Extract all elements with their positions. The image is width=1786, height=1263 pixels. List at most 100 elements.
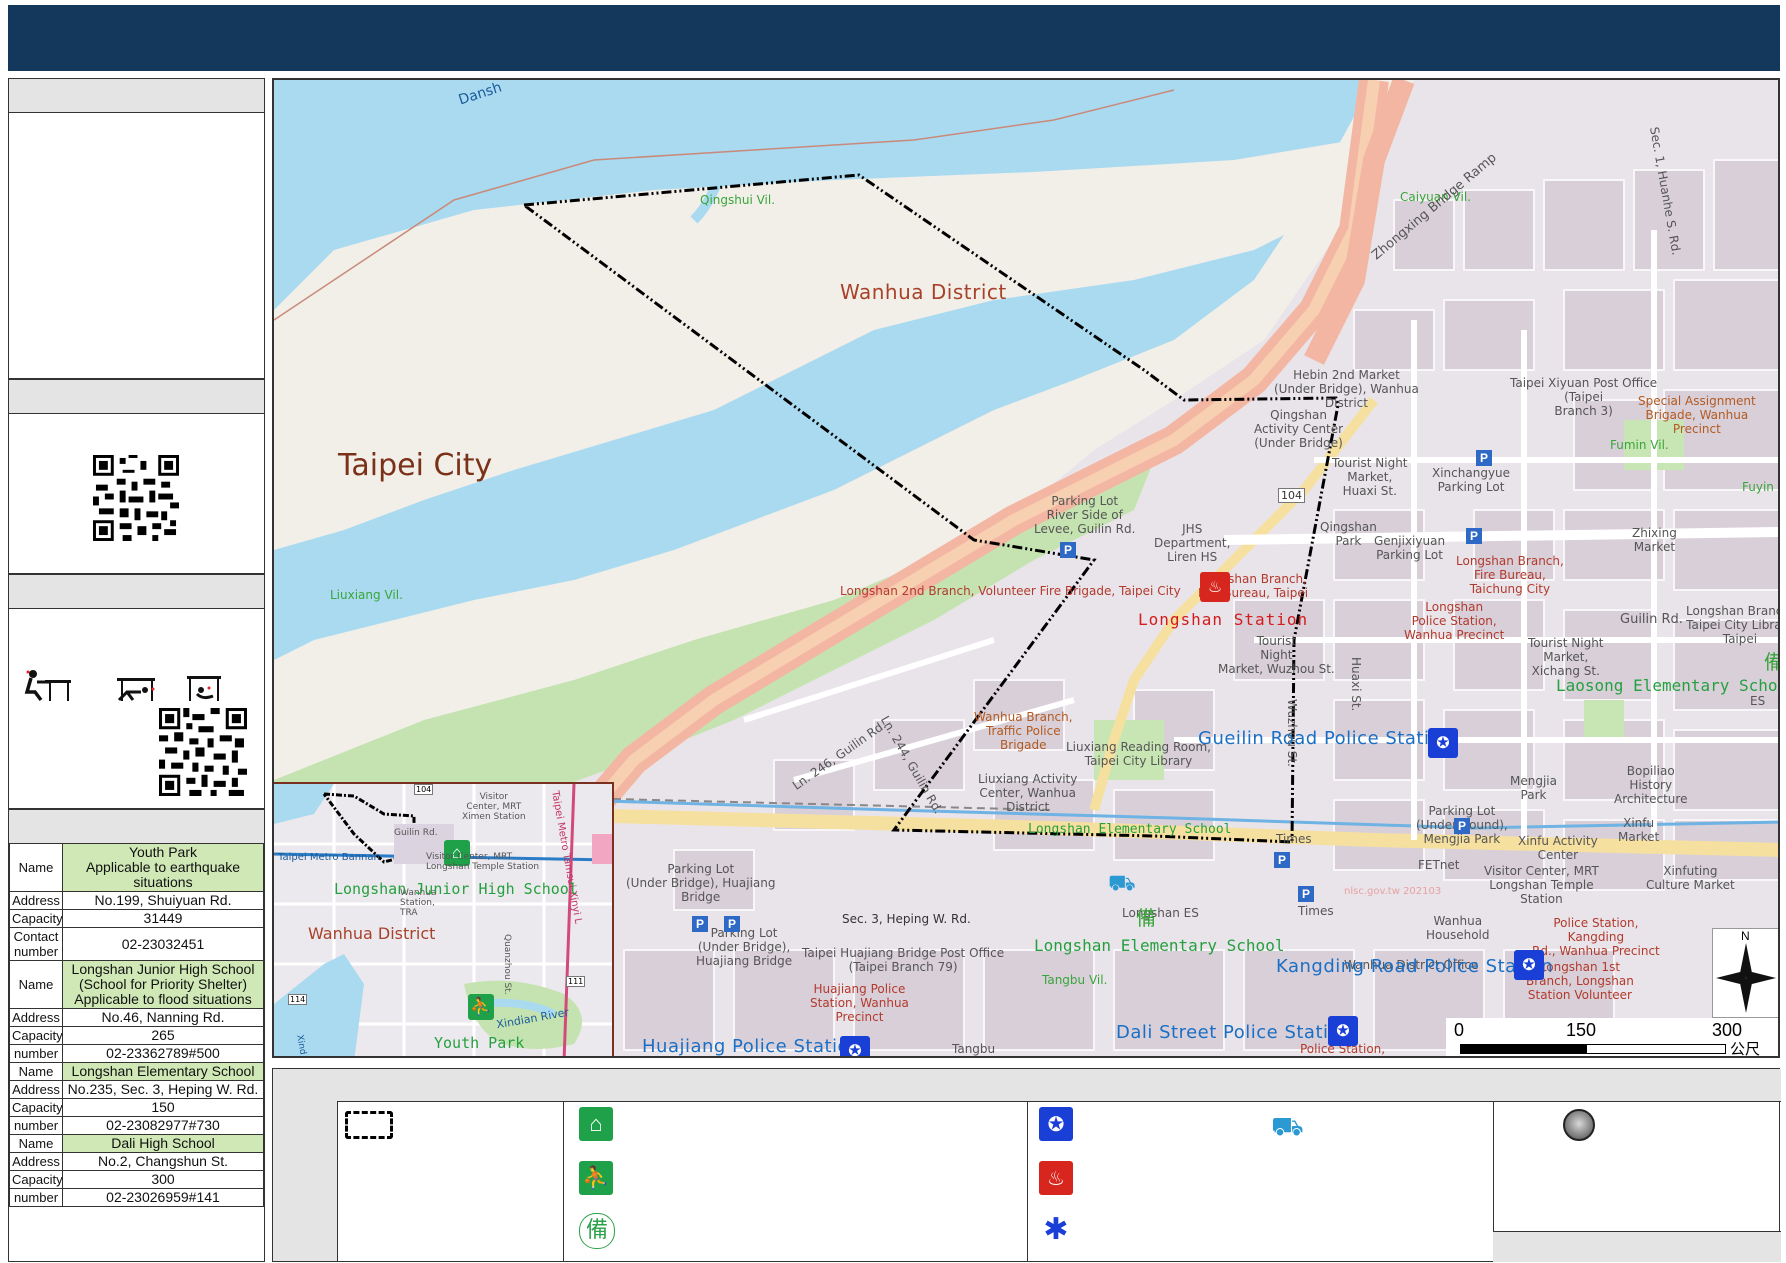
table-row: Contact number 02-23032451: [9, 927, 264, 961]
sidebar: Name Youth Park Applicable to earthquake …: [8, 78, 265, 1262]
poi-huajiang-post: Taipei Huajiang Bridge Post Office (Taip…: [802, 946, 1005, 974]
poi-wanhua-traffic: Wanhua Branch, Traffic Police Brigade: [974, 710, 1073, 752]
shelter-address: No.2, Changshun St.: [62, 1152, 264, 1171]
helipad-icon[interactable]: ⛟: [1108, 870, 1152, 895]
parking-icon: P: [724, 916, 740, 932]
shelter-address: No.199, Shuiyuan Rd.: [62, 891, 264, 910]
poi-longshan-branch-fire: Longshan Branch, Fire Bureau, Taichung C…: [1456, 554, 1564, 596]
legend-head-3: [1027, 1069, 1494, 1102]
poi-genjixiyuan: Genjixiyuan Parking Lot: [1374, 534, 1446, 562]
table-row: number 02-23082977#730: [9, 1116, 264, 1135]
table-row: Capacity 300: [9, 1170, 264, 1189]
legend-col-0: [273, 1069, 338, 1261]
table-row: Address No.2, Changshun St.: [9, 1152, 264, 1171]
inset-route-104: 104: [414, 784, 434, 795]
shelter-capacity: 265: [62, 1026, 264, 1045]
inset-ximen: Visitor Center, MRT Ximen Station: [462, 792, 526, 822]
sidebar-section-1-header: [9, 79, 264, 113]
poi-tourist-huaxi: Tourist Night Market, Huaxi St.: [1332, 456, 1408, 498]
shelter-name: Longshan Junior High School (School for …: [62, 960, 264, 1009]
standby-shelter-icon: 備: [1136, 906, 1156, 930]
poi-tangbu-small: Tangbu: [952, 1042, 996, 1056]
parking-icon: P: [1454, 818, 1470, 834]
poi-longshan-2nd: Longshan 2nd Branch, Volunteer Fire Brig…: [840, 584, 1181, 598]
inset-route-111: 111: [566, 976, 586, 987]
sidebar-section-3-body: [9, 608, 264, 809]
north-arrow: N: [1712, 928, 1778, 1018]
police-station-icon: ✪: [1039, 1107, 1073, 1141]
legend: ⌂ ⛹ 備 ✪ ♨ ✱ ⛟: [272, 1068, 1781, 1262]
poi-times-1: Times: [1276, 832, 1312, 846]
sidebar-section-3-header: [9, 574, 264, 609]
village-label: Tangbu Vil.: [1042, 973, 1108, 987]
poi-xinchangyue: Xinchangyue Parking Lot: [1432, 466, 1511, 494]
police-station-icon[interactable]: ✪: [1328, 1016, 1358, 1046]
scale-label-150: 150: [1566, 1020, 1597, 1040]
poi-visitor-center: Visitor Center, MRT Longshan Temple Stat…: [1484, 864, 1599, 906]
parking-icon: P: [1274, 852, 1290, 868]
scale-bar: 0 150 300 公尺: [1446, 1018, 1778, 1056]
poi-parking-river: Parking Lot River Side of Levee, Guilin …: [1034, 494, 1136, 536]
parking-icon: P: [1476, 450, 1492, 466]
station-label-laosong-es: Laosong Elementary School: [1556, 676, 1780, 695]
shelter-contact: 02-23082977#730: [62, 1116, 264, 1135]
road-label-heping: Sec. 3, Heping W. Rd.: [842, 912, 971, 926]
table-row: Name Longshan Elementary School: [9, 1062, 264, 1081]
shelter-capacity: 31449: [62, 909, 264, 928]
station-label-longshan-es-2: Longshan Elementary School: [1034, 936, 1285, 955]
police-station-icon[interactable]: ✪: [840, 1036, 870, 1056]
park-shelter-icon[interactable]: ⛹: [468, 994, 494, 1020]
contact-label: Contact number: [9, 927, 63, 961]
shelter-table-wrap: Name Youth Park Applicable to earthquake …: [9, 843, 264, 1207]
station-label-dali-police: Dali Street Police Station: [1116, 1022, 1352, 1043]
capacity-label: Capacity: [9, 909, 63, 928]
title-bar: [8, 5, 1780, 71]
boundary-swatch: [345, 1111, 393, 1139]
standby-shelter-icon: 備: [1764, 646, 1778, 675]
shelter-name: Dali High School: [62, 1134, 264, 1153]
table-row: Name Youth Park Applicable to earthquake …: [9, 843, 264, 892]
shelter-name: Longshan Elementary School: [62, 1062, 264, 1081]
poi-tourist-wuzhou: Tourist Night Market, Wuzhou St.: [1218, 634, 1335, 676]
poi-hebin: Hebin 2nd Market (Under Bridge), Wanhua …: [1274, 368, 1419, 410]
village-label: Fumin Vil.: [1610, 438, 1669, 452]
capacity-label: Capacity: [9, 1170, 63, 1189]
inset-jhs-label: Longshan Junior High School: [334, 880, 578, 898]
table-row: Name Longshan Junior High School (School …: [9, 960, 264, 1009]
poi-police-right: Police Station, Kangding Rd., Wanhua Pre…: [1532, 916, 1660, 958]
address-label: Address: [9, 1008, 63, 1027]
road-route-104: 104: [1278, 488, 1305, 503]
shelter-contact: 02-23026959#141: [62, 1188, 264, 1207]
inset-longshan-temple: Visitor Center, MRT Longshan Temple Stat…: [426, 852, 540, 872]
poi-jhs-dept: JHS Department, Liren HS: [1154, 522, 1231, 564]
fire-station-icon[interactable]: ♨: [1200, 572, 1230, 602]
main-map[interactable]: Wanhua District Taipei City Dansh Qingsh…: [272, 78, 1780, 1058]
parking-icon: P: [1060, 542, 1076, 558]
table-row: Address No.235, Sec. 3, Heping W. Rd.: [9, 1080, 264, 1099]
name-label: Name: [9, 843, 63, 892]
shelter-name-text: Youth Park Applicable to earthquake situ…: [85, 844, 241, 890]
police-station-icon[interactable]: ✪: [1514, 950, 1544, 980]
north-arrow-n: N: [1741, 929, 1750, 943]
legend-col-3-body: [1027, 1101, 1494, 1261]
inset-bannan: Taipei Metro Bannan: [278, 852, 380, 863]
table-row: Address No.46, Nanning Rd.: [9, 1008, 264, 1027]
qr-code-icon[interactable]: [93, 455, 179, 541]
crawl-under-table-icon: [117, 678, 155, 702]
poi-liuxiang-reading: Liuxiang Reading Room, Taipei City Libra…: [1066, 740, 1211, 768]
compass-icon: [1716, 943, 1776, 1013]
station-label-longshan: Longshan Station: [1138, 610, 1309, 629]
parking-icon: P: [1466, 528, 1482, 544]
shelter-name: Youth Park Applicable to earthquake situ…: [62, 843, 264, 892]
poi-longshan-es-small: Longshan ES: [1122, 906, 1199, 920]
scale-bar-white: [1586, 1044, 1726, 1054]
poi-zhixing: Zhixing Market: [1632, 526, 1677, 554]
poi-laosong-es: ES: [1750, 694, 1766, 708]
inset-guilin: Guilin Rd.: [394, 828, 438, 838]
address-label: Address: [9, 1080, 63, 1099]
qr-code-icon-2[interactable]: [159, 708, 247, 796]
standby-shelter-icon: 備: [579, 1213, 615, 1249]
inset-map[interactable]: ⌂ ⛹ Visitor Center, MRT Ximen Station Ta…: [274, 782, 614, 1056]
police-station-icon[interactable]: ✪: [1428, 728, 1458, 758]
watermark: nlsc.gov.tw 202103: [1344, 886, 1442, 897]
